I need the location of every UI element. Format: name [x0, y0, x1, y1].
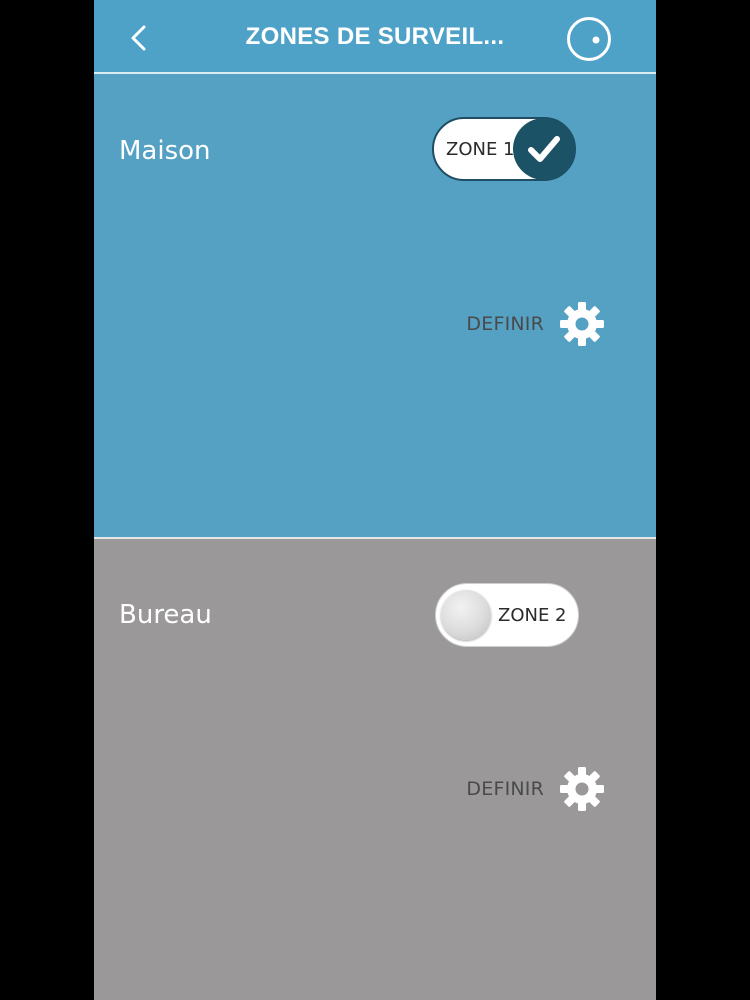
- define-label: DEFINIR: [466, 313, 544, 335]
- zone-1-toggle[interactable]: ZONE 1: [432, 117, 576, 181]
- chevron-left-icon: [131, 25, 146, 51]
- toggle-knob: [441, 590, 491, 640]
- zone-panel-bureau: Bureau ZONE 2 DEFINIR: [94, 539, 656, 1000]
- gear-icon: [560, 767, 604, 811]
- checkmark-icon: [528, 136, 560, 162]
- toggle-label: ZONE 1: [446, 139, 515, 160]
- target-icon: [567, 17, 611, 61]
- zone-name: Maison: [119, 136, 211, 166]
- zone-name: Bureau: [119, 600, 212, 630]
- gear-icon: [560, 302, 604, 346]
- toggle-knob: [513, 118, 575, 180]
- location-button[interactable]: [566, 16, 612, 62]
- zone-panel-maison: Maison ZONE 1 DEFINIR: [94, 74, 656, 539]
- define-zone-1-button[interactable]: DEFINIR: [466, 299, 606, 349]
- define-label: DEFINIR: [466, 778, 544, 800]
- zone-2-toggle[interactable]: ZONE 2: [435, 583, 579, 647]
- page-title: ZONES DE SURVEIL...: [245, 23, 505, 50]
- app-screen: ZONES DE SURVEIL... Maison ZONE 1 DEFINI…: [94, 0, 656, 1000]
- define-zone-2-button[interactable]: DEFINIR: [466, 764, 606, 814]
- back-button[interactable]: [120, 18, 160, 58]
- header-bar: ZONES DE SURVEIL...: [94, 0, 656, 74]
- toggle-label: ZONE 2: [498, 605, 567, 626]
